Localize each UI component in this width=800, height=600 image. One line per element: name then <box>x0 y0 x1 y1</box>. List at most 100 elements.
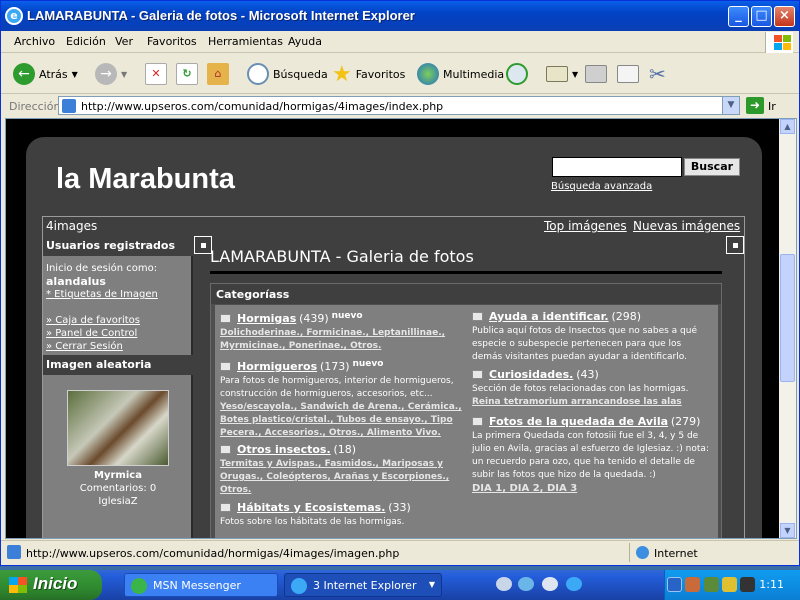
search-button[interactable]: Búsqueda <box>247 60 328 88</box>
windows-logo-icon <box>9 577 27 593</box>
favorites-box-link[interactable]: » Caja de favoritos <box>46 315 140 326</box>
menu-edicion[interactable]: Edición <box>66 35 106 48</box>
folder-icon <box>472 312 483 321</box>
random-image-thumbnail[interactable] <box>67 390 169 466</box>
mail-button[interactable]: ▼ <box>546 60 578 88</box>
title-bar[interactable]: e LAMARABUNTA - Galeria de fotos - Micro… <box>1 1 799 31</box>
tray-icon[interactable] <box>704 577 719 592</box>
globe-icon <box>636 546 649 559</box>
chevron-down-icon: ▼ <box>121 69 128 79</box>
corner-square-icon <box>726 236 744 254</box>
menu-favoritos[interactable]: Favoritos <box>147 35 197 48</box>
start-button[interactable]: Inicio <box>0 570 102 600</box>
top-images-link[interactable]: Top imágenes <box>544 219 627 233</box>
favorites-button[interactable]: ★ Favoritos <box>332 60 405 88</box>
menu-archivo[interactable]: Archivo <box>14 35 55 48</box>
tray-icon[interactable] <box>740 577 755 592</box>
menu-ayuda[interactable]: Ayuda <box>288 35 322 48</box>
category-link[interactable]: Curiosidades. <box>489 368 573 381</box>
menu-herramientas[interactable]: Herramientas <box>208 35 283 48</box>
tray-icon[interactable] <box>722 577 737 592</box>
subcategory-links[interactable]: Reina tetramorium arrancandose las alas <box>472 397 682 407</box>
msn-icon <box>131 578 147 594</box>
new-images-link[interactable]: Nuevas imágenes <box>633 219 740 233</box>
subcategory-links[interactable]: DIA 1, DIA 2, DIA 3 <box>472 483 577 494</box>
chevron-down-icon: ▼ <box>71 69 78 79</box>
site-logo[interactable]: la Marabunta <box>56 163 235 196</box>
scroll-thumb[interactable] <box>780 254 795 382</box>
address-input[interactable]: http://www.upseros.com/comunidad/hormiga… <box>58 96 740 115</box>
category-link[interactable]: Ayuda a identificar. <box>489 310 609 323</box>
media-icon <box>417 63 439 85</box>
main-content: LAMARABUNTA - Galeria de fotos Categoría… <box>194 236 744 538</box>
category-link[interactable]: Hábitats y Ecosistemas. <box>237 501 385 514</box>
scroll-down-button[interactable]: ▼ <box>780 523 795 538</box>
taskbar-item-ie[interactable]: 3 Internet Explorer ▼ <box>284 573 442 597</box>
ie-logo-icon: e <box>5 7 23 25</box>
category-item: Hormigueros (173) nuevo Para fotos de ho… <box>220 359 462 438</box>
forward-button[interactable]: → ▼ <box>95 60 127 88</box>
subcategory-links[interactable]: Yeso/escayola., Sandwich de Arena., Cerá… <box>220 402 462 438</box>
random-image-comments: Comentarios: 0 <box>79 483 157 494</box>
back-button[interactable]: ← Atrás ▼ <box>13 60 78 88</box>
media-button[interactable]: Multimedia <box>417 60 504 88</box>
search-submit-button[interactable]: Buscar <box>684 158 740 176</box>
vertical-scrollbar[interactable]: ▲ ▼ <box>779 119 796 538</box>
address-dropdown-button[interactable]: ▼ <box>722 97 739 114</box>
taskbar-item-msn[interactable]: MSN Messenger <box>124 573 278 597</box>
category-link[interactable]: Fotos de la quedada de Avila <box>489 415 668 428</box>
tray-expand-icon[interactable] <box>667 577 682 592</box>
brand-label: 4images <box>46 219 98 233</box>
category-link[interactable]: Hormigas <box>237 312 296 325</box>
title-divider <box>210 271 722 274</box>
quicklaunch-icon[interactable] <box>566 577 582 591</box>
clock: 1:11 <box>759 578 784 591</box>
menu-ver[interactable]: Ver <box>115 35 133 48</box>
category-item: Fotos de la quedada de Avila (279) La pr… <box>472 415 709 494</box>
stop-button[interactable]: ✕ <box>145 60 167 88</box>
logout-link[interactable]: » Cerrar Sesión <box>46 341 123 352</box>
category-item: Hormigas (439) nuevo Dolichoderinae., Fo… <box>220 311 446 351</box>
quicklaunch-icon[interactable] <box>542 577 558 591</box>
minimize-button[interactable]: _ <box>728 6 749 27</box>
search-icon <box>247 63 269 85</box>
tray-icon[interactable] <box>685 577 700 592</box>
advanced-search-link[interactable]: Búsqueda avanzada <box>551 181 652 192</box>
subcategory-links[interactable]: Dolichoderinae., Formicinae., Leptanilli… <box>220 328 445 351</box>
system-tray: 1:11 <box>664 570 800 600</box>
edit-button[interactable] <box>617 60 639 88</box>
close-button[interactable]: × <box>774 6 795 27</box>
maximize-button[interactable]: □ <box>751 6 772 27</box>
stop-icon: ✕ <box>145 63 167 85</box>
quicklaunch-icon[interactable] <box>518 577 534 591</box>
quicklaunch-icon[interactable] <box>496 577 512 591</box>
control-panel-link[interactable]: » Panel de Control <box>46 328 137 339</box>
gallery-nav: 4images Top imágenes Nuevas imágenes <box>43 217 744 235</box>
login-label: Inicio de sesión como: <box>46 263 158 274</box>
refresh-button[interactable]: ↻ <box>176 60 198 88</box>
site-search-input[interactable] <box>552 157 682 177</box>
star-icon: ★ <box>332 61 352 87</box>
subcategory-links[interactable]: Termitas y Avispas., Fasmidos., Mariposa… <box>220 459 449 495</box>
random-image-header: Imagen aleatoria <box>43 355 193 375</box>
home-icon: ⌂ <box>207 63 229 85</box>
category-link[interactable]: Hormigueros <box>237 360 317 373</box>
go-arrow-icon[interactable]: ➜ <box>746 97 764 114</box>
gallery-frame: 4images Top imágenes Nuevas imágenes Usu… <box>42 216 745 538</box>
back-arrow-icon: ← <box>13 63 35 85</box>
tags-link[interactable]: * Etiquetas de Imagen <box>46 289 158 300</box>
site-container: la Marabunta Buscar Búsqueda avanzada 4i… <box>26 137 762 538</box>
windows-flag-icon <box>765 32 793 53</box>
address-bar: Dirección http://www.upseros.com/comunid… <box>1 95 799 117</box>
home-button[interactable]: ⌂ <box>207 60 229 88</box>
scroll-up-button[interactable]: ▲ <box>780 119 795 134</box>
category-link[interactable]: Otros insectos. <box>237 443 331 456</box>
category-item: Curiosidades. (43) Sección de fotos rela… <box>472 368 689 407</box>
history-button[interactable] <box>506 60 528 88</box>
username: alandalus <box>46 275 106 288</box>
go-button[interactable]: Ir <box>768 100 776 113</box>
categories-body: Hormigas (439) nuevo Dolichoderinae., Fo… <box>215 305 718 538</box>
window-title: LAMARABUNTA - Galeria de fotos - Microso… <box>27 8 415 23</box>
print-button[interactable] <box>585 60 607 88</box>
research-button[interactable]: ✂ <box>649 60 666 88</box>
